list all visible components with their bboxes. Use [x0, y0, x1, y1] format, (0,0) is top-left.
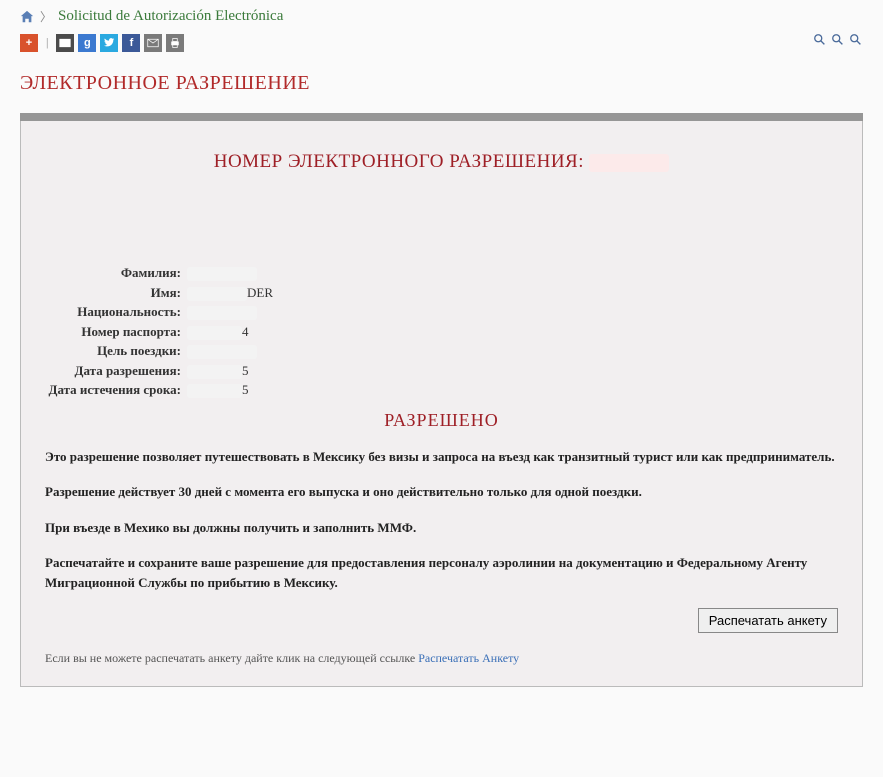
print-row: Распечатать анкету [35, 608, 838, 633]
home-icon[interactable] [20, 10, 34, 24]
row-purpose: Цель поездки: [45, 341, 848, 361]
value-nationality [185, 302, 257, 322]
row-nationality: Национальность: [45, 302, 848, 322]
label-expiry: Дата истечения срока: [45, 380, 185, 400]
row-expiry: Дата истечения срока: 5 [45, 380, 848, 400]
row-passport: Номер паспорта: 4 [45, 322, 848, 342]
details-block: Фамилия: Имя: DER Национальность: Номер … [45, 263, 848, 400]
authorization-number-label: НОМЕР ЭЛЕКТРОННОГО РАЗРЕШЕНИЯ: [214, 151, 584, 172]
toolbar: + | g f [0, 29, 883, 62]
share-gmail-icon[interactable] [56, 34, 74, 52]
label-surname: Фамилия: [45, 263, 185, 283]
row-name: Имя: DER [45, 283, 848, 303]
share-google-icon[interactable]: g [78, 34, 96, 52]
zoom-out-icon[interactable] [813, 33, 827, 52]
breadcrumb-separator: 〉 [40, 8, 52, 25]
share-print-icon[interactable] [166, 34, 184, 52]
utility-icons [813, 33, 863, 52]
value-name: DER [185, 283, 273, 303]
label-purpose: Цель поездки: [45, 341, 185, 361]
share-separator: | [42, 35, 52, 50]
row-surname: Фамилия: [45, 263, 848, 283]
share-facebook-icon[interactable]: f [122, 34, 140, 52]
label-name: Имя: [45, 283, 185, 303]
status-heading: РАЗРЕШЕНО [35, 410, 848, 431]
authorization-number-value [589, 154, 669, 172]
footer-text: Если вы не можете распечатать анкету дай… [45, 651, 418, 665]
share-twitter-icon[interactable] [100, 34, 118, 52]
breadcrumb: 〉 Solicitud de Autorización Electrónica [0, 0, 883, 29]
zoom-icon[interactable] [831, 33, 845, 52]
label-passport: Номер паспорта: [45, 322, 185, 342]
share-addthis-icon[interactable]: + [20, 34, 38, 52]
breadcrumb-link[interactable]: Solicitud de Autorización Electrónica [58, 8, 283, 25]
footer-note: Если вы не можете распечатать анкету дай… [45, 651, 838, 666]
share-email-icon[interactable] [144, 34, 162, 52]
zoom-in-icon[interactable] [849, 33, 863, 52]
value-surname [185, 263, 257, 283]
authorization-panel: НОМЕР ЭЛЕКТРОННОГО РАЗРЕШЕНИЯ: Фамилия: … [20, 113, 863, 687]
footer-link[interactable]: Распечатать Анкету [418, 651, 519, 665]
paragraph-1: Это разрешение позволяет путешествовать … [45, 447, 838, 467]
paragraph-3: При въезде в Мехико вы должны получить и… [45, 518, 838, 538]
value-passport: 4 [185, 322, 249, 342]
row-auth-date: Дата разрешения: 5 [45, 361, 848, 381]
print-button[interactable]: Распечатать анкету [698, 608, 838, 633]
page-title: ЭЛЕКТРОННОЕ РАЗРЕШЕНИЕ [0, 62, 883, 113]
paragraph-2: Разрешение действует 30 дней с момента е… [45, 482, 838, 502]
authorization-number: НОМЕР ЭЛЕКТРОННОГО РАЗРЕШЕНИЯ: [35, 151, 848, 173]
share-buttons: + | g f [20, 34, 184, 52]
label-nationality: Национальность: [45, 302, 185, 322]
value-expiry: 5 [185, 380, 249, 400]
label-auth-date: Дата разрешения: [45, 361, 185, 381]
value-auth-date: 5 [185, 361, 249, 381]
paragraph-4: Распечатайте и сохраните ваше разрешение… [45, 553, 838, 592]
value-purpose [185, 341, 257, 361]
